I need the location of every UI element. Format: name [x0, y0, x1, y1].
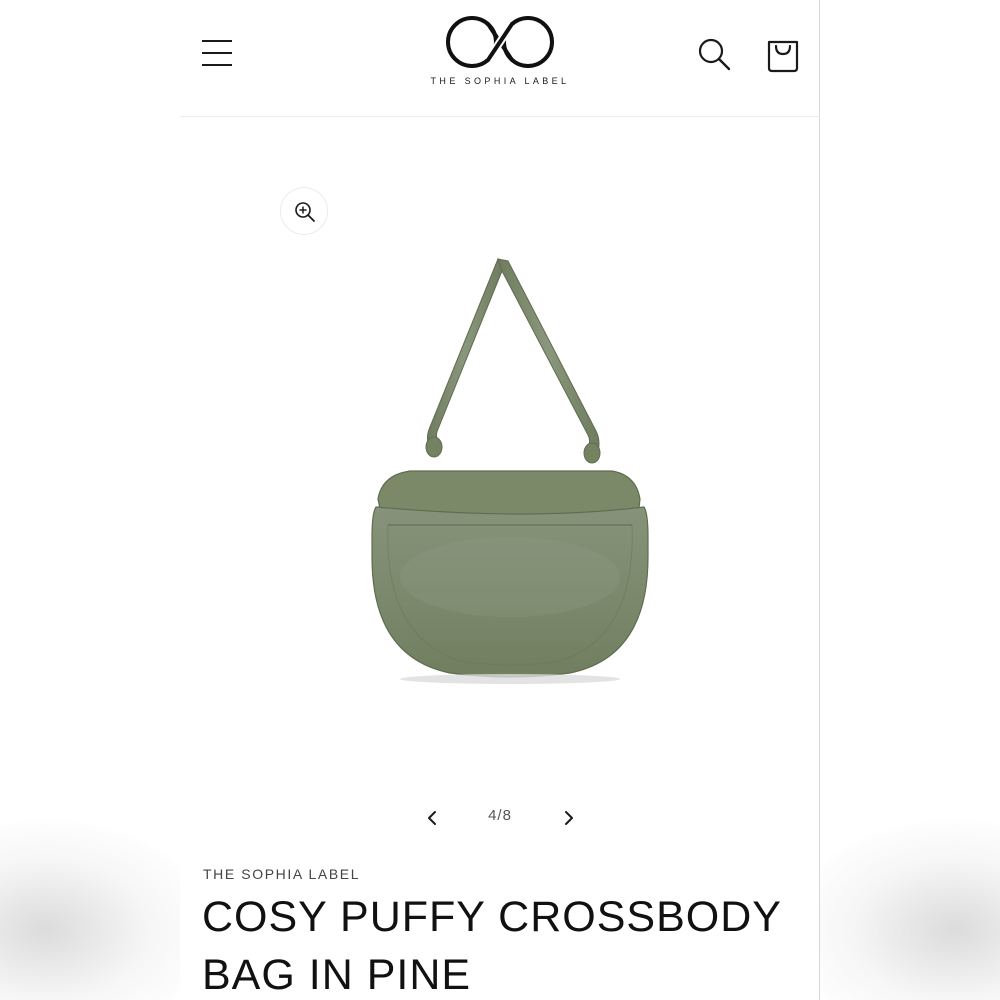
product-gallery — [180, 117, 820, 797]
product-image-bag[interactable] — [330, 237, 690, 697]
gallery-page-count: 4/8 — [488, 807, 512, 824]
cart-bag-icon[interactable] — [764, 34, 802, 74]
zoom-in-icon[interactable] — [280, 187, 328, 235]
chevron-right-icon[interactable] — [555, 804, 583, 832]
brand-logo[interactable]: THE SOPHIA LABEL — [412, 14, 588, 94]
screenshot-stage: THE SOPHIA LABEL 4/8 THE SOPHIA LABEL CO… — [0, 0, 1000, 1000]
site-header: THE SOPHIA LABEL — [180, 0, 820, 117]
search-icon[interactable] — [696, 36, 732, 72]
infinity-x-logo — [446, 16, 554, 68]
gallery-pager: 4/8 — [180, 800, 820, 834]
hamburger-menu-icon[interactable] — [202, 38, 234, 68]
mobile-page: THE SOPHIA LABEL 4/8 THE SOPHIA LABEL CO… — [180, 0, 820, 1000]
background-blur-right — [790, 820, 1000, 1000]
background-blur-left — [0, 820, 210, 1000]
product-vendor[interactable]: THE SOPHIA LABEL — [203, 866, 360, 882]
product-title: COSY PUFFY CROSSBODY BAG IN PINE — [202, 893, 782, 999]
brand-name: THE SOPHIA LABEL — [430, 76, 570, 86]
chevron-left-icon[interactable] — [418, 804, 446, 832]
